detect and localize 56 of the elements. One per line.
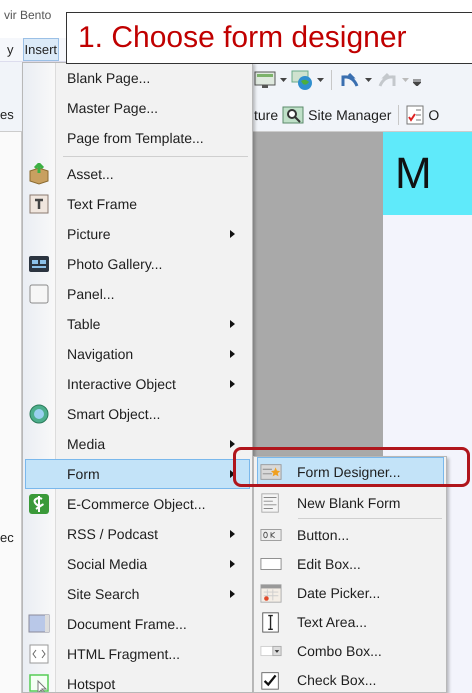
monitor-icon[interactable] xyxy=(254,70,276,90)
menu-item[interactable]: Form Designer... xyxy=(257,457,444,486)
window-title: vir Bento xyxy=(4,8,52,22)
hotspot-icon xyxy=(28,673,50,692)
menu-item[interactable]: Interactive Object xyxy=(25,369,250,399)
menu-item[interactable]: Form xyxy=(25,459,250,489)
menu-item[interactable]: Combo Box... xyxy=(257,636,444,665)
menu-item[interactable]: Site Search xyxy=(25,579,250,609)
menu-item[interactable]: RSS / Podcast xyxy=(25,519,250,549)
box-icon xyxy=(28,163,50,185)
menu-item[interactable]: Asset... xyxy=(25,159,250,189)
menu-item[interactable]: Document Frame... xyxy=(25,609,250,639)
menu-item[interactable]: Page from Template... xyxy=(25,123,250,153)
document-frame-icon xyxy=(28,613,50,635)
menu-item[interactable]: Smart Object... xyxy=(25,399,250,429)
toolbar-label[interactable]: ture xyxy=(254,106,278,122)
menu-item[interactable]: Date Picker... xyxy=(257,578,444,607)
checklist-icon[interactable] xyxy=(406,104,424,124)
toolbar-label[interactable]: Site Manager xyxy=(308,106,392,122)
menu-item[interactable]: Master Page... xyxy=(25,93,250,123)
menu-item[interactable]: Photo Gallery... xyxy=(25,249,250,279)
menu-item[interactable]: Text Frame xyxy=(25,189,250,219)
text-frame-icon xyxy=(28,193,50,215)
side-label: ec xyxy=(0,530,14,545)
menu-tab[interactable]: y xyxy=(2,38,18,61)
banner-heading: M xyxy=(395,148,432,198)
code-icon xyxy=(28,643,50,665)
text-area-icon xyxy=(260,610,282,632)
menu-item[interactable]: Navigation xyxy=(25,339,250,369)
menu-item[interactable]: Text Area... xyxy=(257,607,444,636)
square-icon xyxy=(28,283,50,305)
menu-item[interactable]: Button... xyxy=(257,520,444,549)
menu-tab[interactable]: Insert xyxy=(22,38,60,61)
caret-icon[interactable] xyxy=(280,78,287,82)
menu-item[interactable]: Table xyxy=(25,309,250,339)
caret-icon[interactable] xyxy=(365,78,372,82)
callout-text: 1. Choose form designer xyxy=(78,21,407,55)
toolbar-label[interactable]: O xyxy=(428,106,440,122)
menu-item[interactable]: New Blank Form xyxy=(257,488,444,517)
dollar-icon xyxy=(28,493,50,515)
menu-item[interactable]: Picture xyxy=(25,219,250,249)
menu-item[interactable]: HTML Fragment... xyxy=(25,639,250,669)
menu-item[interactable]: Media xyxy=(25,429,250,459)
calendar-icon xyxy=(260,582,282,604)
menu-item[interactable]: E-Commerce Object... xyxy=(25,489,250,519)
form-lines-icon xyxy=(260,492,282,514)
menu-item[interactable]: Edit Box... xyxy=(257,549,444,578)
menu-item[interactable]: Panel... xyxy=(25,279,250,309)
menu-item[interactable]: Social Media xyxy=(25,549,250,579)
menu-item[interactable]: Hotspot xyxy=(25,669,250,692)
gallery-icon xyxy=(28,253,50,275)
caret-icon xyxy=(402,78,409,82)
magnifier-window-icon[interactable] xyxy=(282,106,304,124)
caret-icon[interactable] xyxy=(317,78,324,82)
menu-item[interactable]: Check Box... xyxy=(257,665,444,692)
side-label: es xyxy=(0,107,15,122)
